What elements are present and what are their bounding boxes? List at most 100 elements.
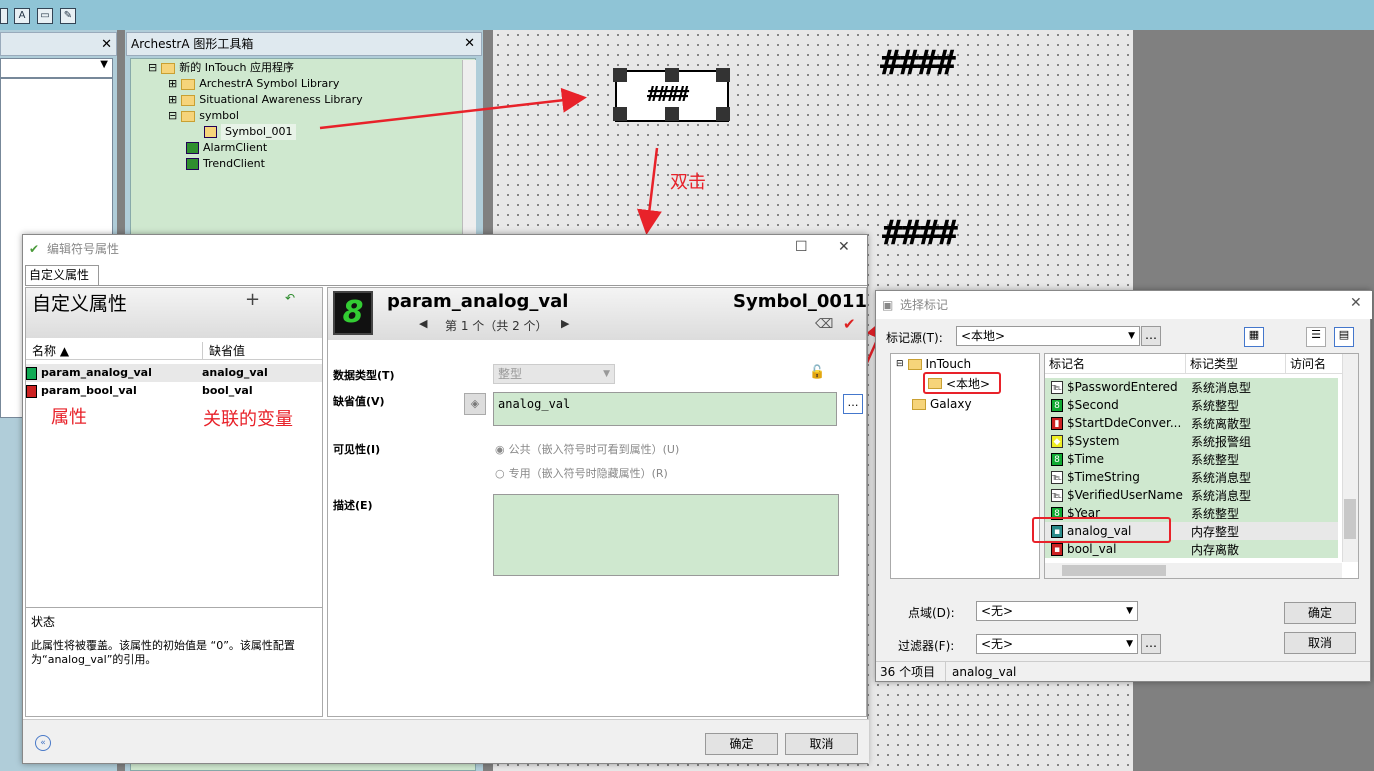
- discrete-icon: [26, 384, 37, 398]
- annotation-box-local: [923, 372, 1001, 394]
- tag-name: $StartDdeConver...: [1067, 416, 1182, 430]
- lock-icon[interactable]: 🔓: [809, 365, 825, 380]
- next-icon[interactable]: ▶: [561, 317, 569, 330]
- point-select[interactable]: <无> ▼: [976, 601, 1138, 621]
- tag-type: 系统消息型: [1191, 470, 1252, 485]
- visibility-label: 可见性(I): [333, 443, 381, 456]
- tree-item-galaxy[interactable]: Galaxy: [912, 397, 972, 411]
- row-value: bool_val: [202, 384, 253, 397]
- tag-name: $TimeString: [1067, 470, 1140, 484]
- edit-symbol-dialog: ✔ 编辑符号属性 ☐ ✕ 自定义属性 自定义属性 + ↶ 名称 ▲ 缺省值 pa…: [22, 234, 869, 764]
- default-value-text: analog_val: [498, 397, 571, 411]
- check-icon: ✔: [29, 242, 40, 256]
- row-name: param_analog_val: [41, 366, 152, 379]
- column-name[interactable]: 名称 ▲: [26, 342, 202, 359]
- select-cancel-button[interactable]: 取消: [1284, 632, 1356, 654]
- folder-icon: [907, 358, 922, 370]
- tag-row[interactable]: ◆ $System 系统报警组: [1045, 432, 1338, 450]
- filter-select[interactable]: <无> ▼: [976, 634, 1138, 654]
- tag-row[interactable]: 8 $Time 系统整型: [1045, 450, 1338, 468]
- select-titlebar: ▣ 选择标记: [876, 291, 1372, 319]
- collapse-tree-icon: ⊟: [896, 359, 904, 369]
- tag-name: $PasswordEntered: [1067, 380, 1178, 394]
- nav-text: 第 1 个（共 2 个）: [445, 319, 548, 333]
- item-count: 36 个项目: [876, 662, 946, 681]
- status-bar: 36 个项目 analog_val: [876, 661, 1370, 681]
- analog-icon: [26, 366, 37, 380]
- scrollbar-thumb[interactable]: [1344, 499, 1356, 539]
- dialog-title: 编辑符号属性: [47, 242, 120, 256]
- tab-custom-properties[interactable]: 自定义属性: [25, 265, 99, 285]
- status-divider: [26, 607, 322, 608]
- window-icon: ▣: [882, 298, 894, 312]
- annotation-attribute: 属性: [51, 407, 87, 428]
- datatype-label: 数据类型(T): [333, 369, 395, 382]
- browse-button[interactable]: …: [843, 394, 863, 414]
- tag-type: 内存离散: [1191, 542, 1240, 557]
- point-value: <无>: [981, 604, 1014, 618]
- public-label: 公共（嵌入符号时可看到属性）(U): [508, 443, 680, 456]
- list-row[interactable]: param_analog_val analog_val: [26, 364, 322, 382]
- private-radio: ○ 专用（嵌入符号时隐藏属性）(R): [495, 465, 668, 481]
- radio-checked-icon: ◉: [495, 442, 505, 456]
- collapse-icon[interactable]: «: [35, 735, 51, 751]
- close-icon[interactable]: ✕: [1350, 295, 1362, 311]
- tag-type: 系统离散型: [1191, 416, 1252, 431]
- description-textarea[interactable]: [493, 494, 839, 576]
- hscroll-thumb[interactable]: [1062, 565, 1166, 576]
- maximize-icon[interactable]: ☐: [795, 239, 808, 255]
- select-ok-button[interactable]: 确定: [1284, 602, 1356, 624]
- datatype-value: 整型: [498, 367, 523, 381]
- source-browse-button[interactable]: …: [1141, 326, 1161, 346]
- default-value-input[interactable]: analog_val: [493, 392, 837, 426]
- grid-view-icon[interactable]: ▤: [1334, 327, 1354, 347]
- source-value: <本地>: [961, 329, 1006, 343]
- tag-table-header: 标记名 标记类型 访问名: [1045, 354, 1342, 374]
- add-icon[interactable]: +: [245, 289, 260, 310]
- column-tag-type[interactable]: 标记类型: [1185, 354, 1285, 373]
- chevron-down-icon: ▼: [1126, 639, 1133, 649]
- tag-icon[interactable]: ◈: [464, 393, 486, 415]
- column-access-name[interactable]: 访问名: [1285, 354, 1326, 373]
- tag-name: bool_val: [1067, 542, 1117, 556]
- tree-item-intouch[interactable]: ⊟ InTouch: [896, 357, 971, 371]
- filter-browse-button[interactable]: …: [1141, 634, 1161, 654]
- cancel-button[interactable]: 取消: [785, 733, 858, 755]
- tag-row[interactable]: ℡ $PasswordEntered 系统消息型: [1045, 378, 1338, 396]
- public-radio: ◉ 公共（嵌入符号时可看到属性）(U): [495, 441, 679, 457]
- tag-row[interactable]: ℡ $VerifiedUserName 系统消息型: [1045, 486, 1338, 504]
- tag-row[interactable]: ▮ $StartDdeConver... 系统离散型: [1045, 414, 1338, 432]
- datatype-select: 整型 ▼: [493, 364, 615, 384]
- prev-icon[interactable]: ◀: [419, 317, 427, 330]
- symbol-name: Symbol_0011: [733, 291, 867, 312]
- point-label: 点域(D):: [908, 606, 955, 620]
- tab-divider: [25, 285, 867, 286]
- column-tag-name[interactable]: 标记名: [1045, 354, 1185, 373]
- annotation-variable: 关联的变量: [203, 409, 293, 430]
- integer-icon: 8: [1051, 398, 1063, 412]
- checkmark-icon[interactable]: ✔: [843, 315, 856, 333]
- row-value: analog_val: [202, 366, 268, 379]
- list-title: 自定义属性: [32, 293, 128, 315]
- eraser-icon[interactable]: ⌫: [815, 317, 833, 332]
- close-icon[interactable]: ✕: [838, 239, 850, 255]
- chevron-down-icon: ▼: [1128, 331, 1135, 341]
- tag-row[interactable]: 8 $Second 系统整型: [1045, 396, 1338, 414]
- tag-row[interactable]: ℡ $TimeString 系统消息型: [1045, 468, 1338, 486]
- column-name-label: 名称: [32, 344, 57, 358]
- column-default[interactable]: 缺省值: [202, 342, 245, 359]
- ok-button[interactable]: 确定: [705, 733, 778, 755]
- radio-unchecked-icon: ○: [495, 466, 505, 480]
- tag-name: $VerifiedUserName: [1067, 488, 1183, 502]
- list-row[interactable]: param_bool_val bool_val: [26, 382, 322, 400]
- tag-type: 系统整型: [1191, 452, 1240, 467]
- selected-tag: analog_val: [952, 665, 1017, 679]
- undo-icon[interactable]: ↶: [285, 291, 295, 305]
- list-view-icon[interactable]: ☰: [1306, 327, 1326, 347]
- filter-value: <无>: [981, 637, 1014, 651]
- annotation-box-analog: [1032, 517, 1171, 543]
- tag-name: $System: [1067, 434, 1120, 448]
- details-view-icon[interactable]: ▦: [1244, 327, 1264, 347]
- source-select[interactable]: <本地> ▼: [956, 326, 1140, 346]
- row-name: param_bool_val: [41, 384, 137, 397]
